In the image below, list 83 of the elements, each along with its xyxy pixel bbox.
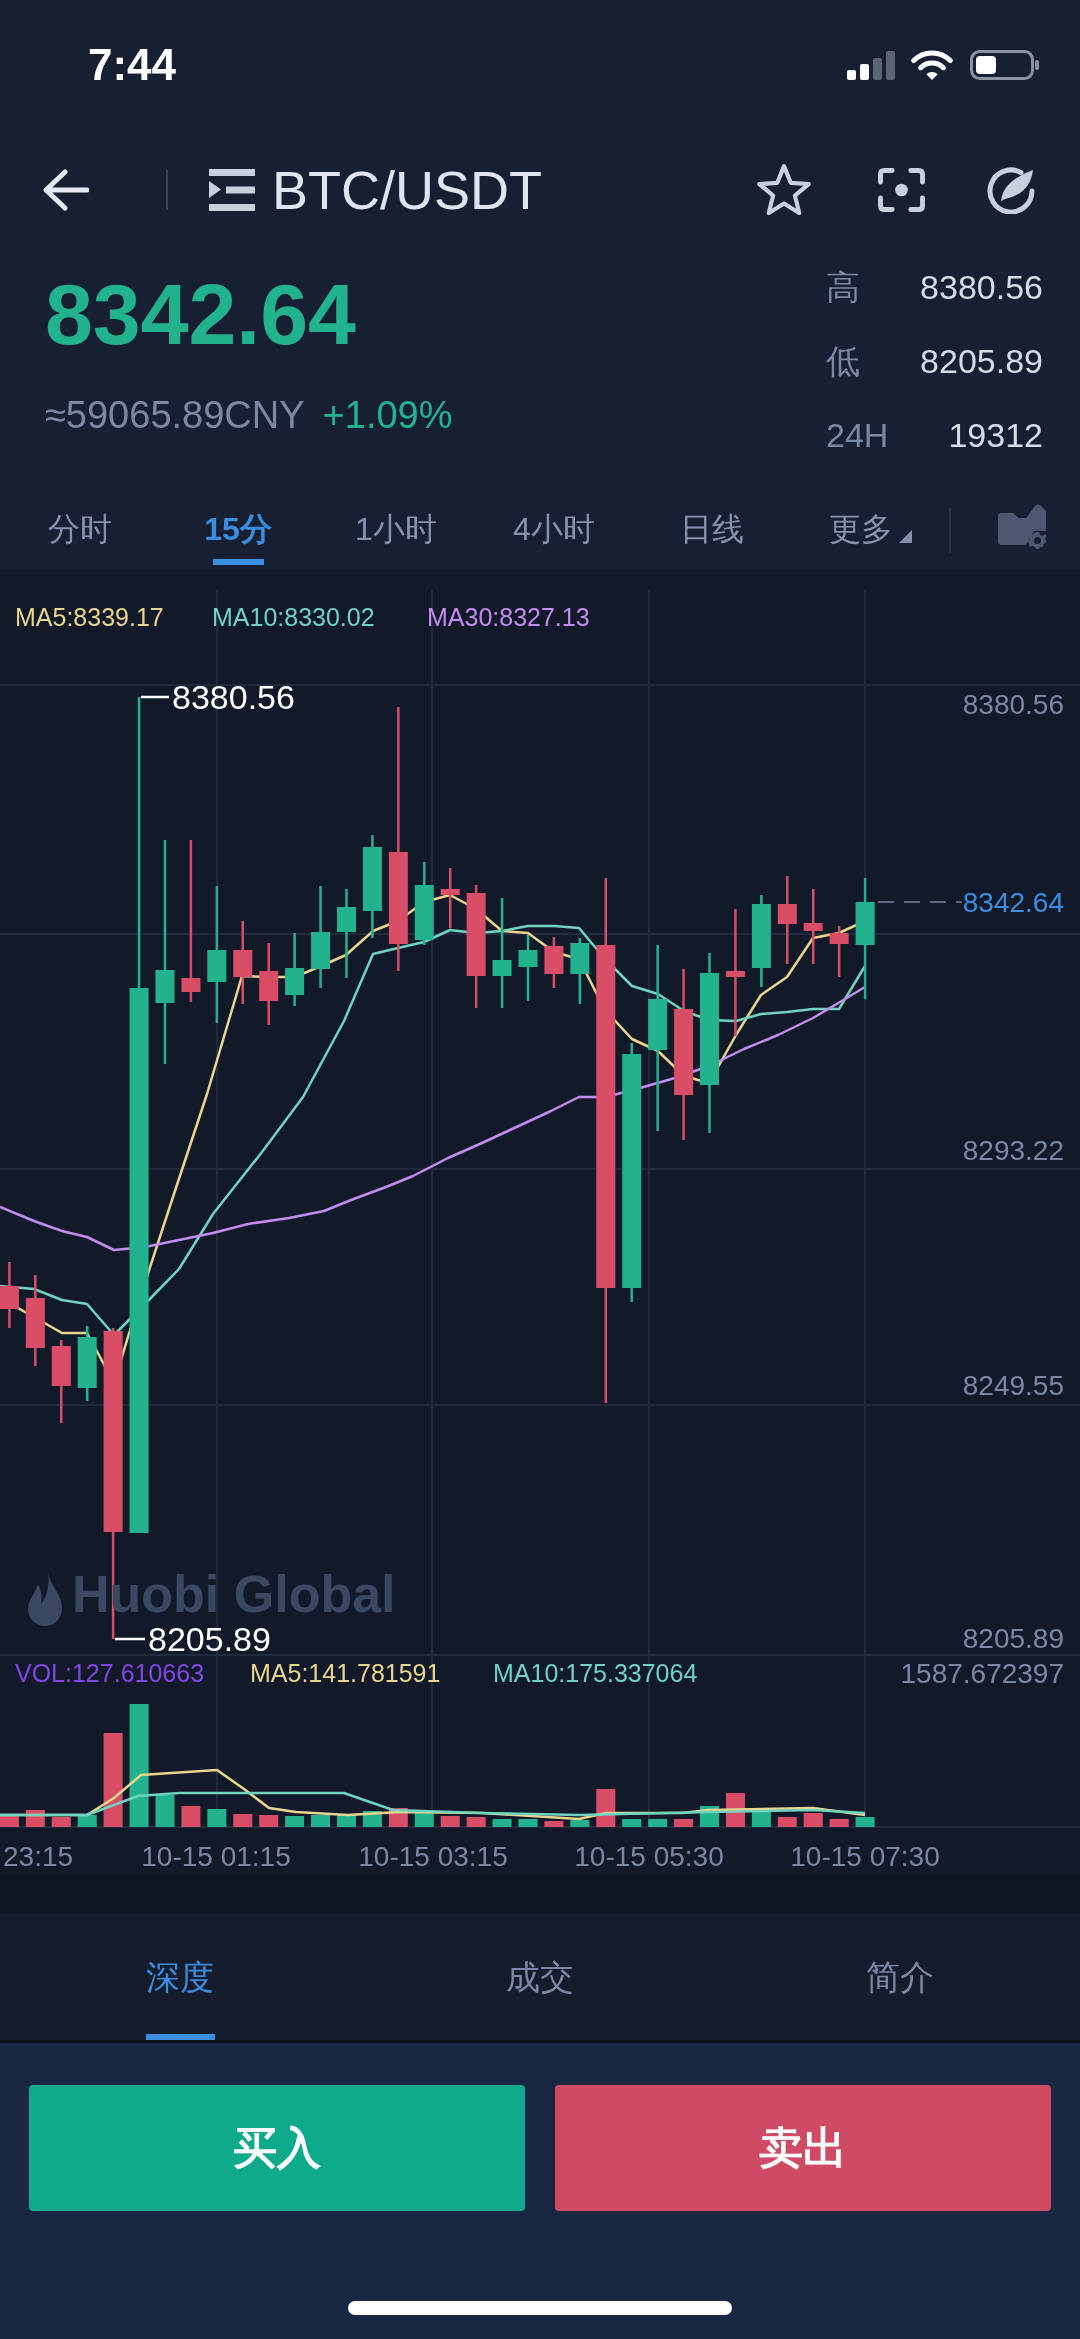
leader-line [115,1637,145,1641]
volume-bar [155,1795,175,1827]
legend-label: MA30:8327.13 [427,603,590,631]
candlestick [0,1262,19,1328]
leader-line [141,695,169,699]
volume-bar [674,1819,694,1827]
volume-bar [829,1819,849,1827]
legend-label: MA10:175.337064 [493,1659,698,1687]
detail-tab[interactable]: 深度 [0,1914,360,2040]
menu-icon[interactable] [209,169,255,211]
legend-label: MA10:8330.02 [212,603,375,631]
volume-bar [466,1817,486,1827]
candlestick [570,938,590,1004]
volume-bar [855,1817,875,1827]
buy-button[interactable]: 买入 [29,2085,525,2211]
period-tab[interactable]: 分时 [1,490,159,570]
legend-label: VOL:127.610663 [15,1659,205,1687]
volume-bar [440,1816,460,1827]
stat-value: 8205.89 [920,340,1043,382]
volume-bar [207,1809,227,1827]
signal-icon [847,50,895,80]
volume-bar [570,1820,590,1827]
period-tab[interactable]: 日线 [633,490,791,570]
period-tab[interactable]: 更多 [791,490,949,570]
back-arrow-icon[interactable] [43,169,89,211]
last-price-label: 8342.64 [962,886,1064,918]
legend-label: MA5:141.781591 [250,1659,441,1687]
volume-bar [544,1821,564,1827]
pair-title: BTC/USDT [272,163,542,217]
period-tab[interactable]: 1小时 [317,490,475,570]
stat-value: 19312 [948,414,1043,456]
legend-label: MA5:8339.17 [15,603,164,631]
axis-label: 8293.22 [962,1134,1064,1166]
time-label: 10-15 03:15 [358,1840,508,1872]
axis-label: 8380.56 [962,688,1064,720]
high-price-label: 8380.56 [172,678,295,716]
stat-label: 高 [826,266,860,308]
detail-tab[interactable]: 成交 [360,1914,720,2040]
candlestick [518,935,538,1001]
period-tab[interactable]: 4小时 [475,490,633,570]
wifi-icon [910,49,954,81]
stat-value: 8380.56 [920,266,1043,308]
swoosh-circle-icon[interactable] [986,166,1036,214]
volume-bar [777,1817,797,1827]
stat-label: 24H [826,414,889,456]
time-label: 23:15 [3,1840,74,1872]
price-change: +1.09% [322,393,453,438]
converted-price: ≈59065.89CNY [45,393,305,438]
volume-bar [181,1806,201,1827]
caret-icon [898,529,912,543]
flame-icon [28,1572,62,1626]
volume-bar [803,1813,823,1827]
period-tab[interactable]: 15分 [159,490,317,570]
volume-bar [259,1815,279,1827]
volume-bar [751,1812,771,1827]
detail-tab[interactable]: 简介 [720,1914,1080,2040]
volume-bar [518,1819,538,1827]
volume-bar [648,1819,668,1827]
volume-bar [596,1789,616,1827]
scan-icon[interactable] [878,168,925,212]
status-time: 7:44 [88,43,177,87]
volume-bar [285,1816,305,1827]
volume-bar [233,1814,253,1827]
time-label: 10-15 01:15 [141,1840,291,1872]
low-price-label: 8205.89 [148,1620,271,1658]
sell-button[interactable]: 卖出 [555,2085,1051,2211]
axis-label: 1587.672397 [900,1657,1064,1689]
volume-bar [311,1815,331,1827]
stat-label: 低 [826,340,860,382]
last-price: 8342.64 [45,265,357,364]
time-label: 10-15 07:30 [790,1840,940,1872]
volume-bar [622,1819,642,1827]
candlestick [440,868,460,928]
volume-bar [414,1813,434,1827]
candlestick [829,926,849,977]
axis-label: 8205.89 [962,1622,1064,1654]
volume-bar [492,1819,512,1827]
volume-bar [51,1817,71,1827]
time-label: 10-15 05:30 [574,1840,724,1872]
star-icon[interactable] [757,164,811,216]
axis-label: 8249.55 [962,1369,1064,1401]
battery-icon [970,50,1039,80]
candlestick [544,937,564,988]
